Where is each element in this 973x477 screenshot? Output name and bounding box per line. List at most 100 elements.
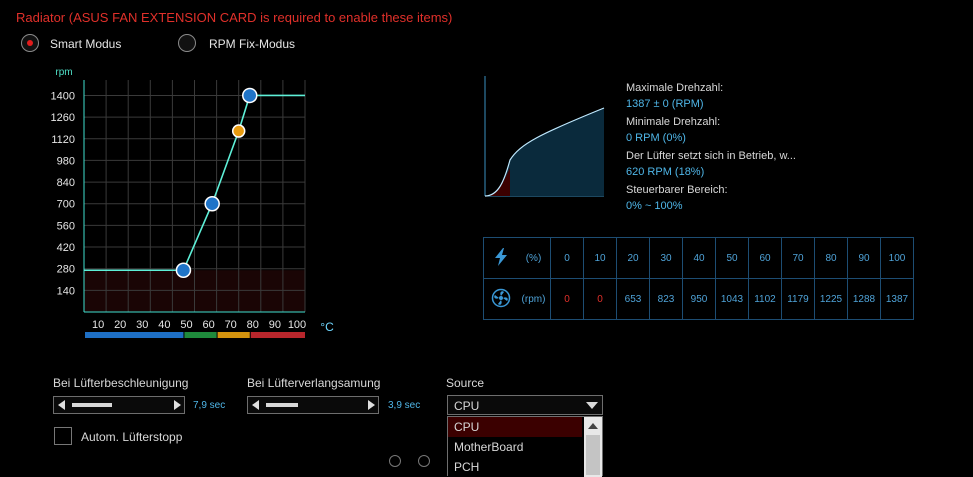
min-speed-label: Minimale Drehzahl: [626,116,721,128]
accel-increase-icon[interactable] [174,400,181,410]
curve-point-3[interactable] [231,124,246,138]
rpm-cell: 1102 [748,278,782,320]
y-tick-label: 280 [57,264,75,276]
rpm-cell: 1179 [781,278,815,320]
options-scrollbar[interactable] [584,417,602,477]
accel-slider-thumb[interactable] [72,403,112,407]
page-dot-1[interactable] [389,455,401,467]
power-icon [483,237,517,279]
max-speed-value: 1387 ± 0 (RPM) [626,98,704,110]
smart-mode-label[interactable]: Smart Modus [50,37,121,51]
source-select[interactable]: CPU [447,395,603,415]
x-tick-label: 20 [114,319,126,331]
x-tick-label: 70 [225,319,237,331]
pct-cell: 10 [583,237,617,279]
accel-label: Bei Lüfterbeschleunigung [53,376,189,390]
source-label: Source [446,376,485,390]
rpm-fix-mode-radio[interactable] [178,34,196,52]
source-option-motherboard[interactable]: MotherBoard [448,437,582,457]
scroll-thumb[interactable] [586,435,600,475]
rpm-unit: (rpm) [517,278,551,320]
fan-icon [483,278,517,320]
source-option-pch[interactable]: PCH [448,457,582,477]
temperature-band [217,332,250,338]
temperature-band [250,332,305,338]
fan-curve-chart[interactable]: 140 280 420 560 700 840 980 1120 1260 1400 10 20 30 4… [0,60,350,350]
x-tick-label: 10 [92,319,104,331]
pct-cell: 70 [781,237,815,279]
control-range-value: 0% ~ 100% [626,200,683,212]
temperature-band [85,332,184,338]
start-speed-label: Der Lüfter setzt sich in Betrieb, w... [626,150,796,162]
decel-increase-icon[interactable] [368,400,375,410]
decel-slider-thumb[interactable] [266,403,298,407]
scroll-up-icon[interactable] [588,423,598,429]
rpm-cell: 0 [583,278,617,320]
x-tick-label: 80 [247,319,259,331]
x-axis-label: °C [320,320,334,334]
pct-cell: 80 [814,237,848,279]
min-speed-value: 0 RPM (0%) [626,132,686,144]
curve-point-1[interactable] [175,262,192,278]
pct-cell: 100 [880,237,914,279]
fan-extension-warning: Radiator (ASUS FAN EXTENSION CARD is req… [16,10,453,25]
auto-stop-label[interactable]: Autom. Lüfterstopp [81,430,182,444]
rpm-table: (%) 0 10 20 30 40 50 60 70 80 90 100 (rp… [483,237,914,320]
rpm-cell: 0 [550,278,584,320]
x-tick-label: 90 [269,319,281,331]
accel-decrease-icon[interactable] [58,400,65,410]
x-tick-label: 100 [288,319,306,331]
decel-decrease-icon[interactable] [252,400,259,410]
rpm-row: (rpm) 0 0 653 823 950 1043 1102 1179 122… [483,278,914,320]
y-tick-label: 420 [57,242,75,254]
control-range-label: Steuerbarer Bereich: [626,184,728,196]
curve-point-4[interactable] [242,87,258,104]
y-tick-label: 140 [57,285,75,297]
pct-cell: 60 [748,237,782,279]
rpm-cell: 1288 [847,278,881,320]
rpm-cell: 1225 [814,278,848,320]
y-tick-label: 1400 [51,90,75,102]
x-tick-label: 60 [202,319,214,331]
y-tick-label: 1260 [51,112,75,124]
source-option-cpu[interactable]: CPU [448,417,582,437]
max-speed-label: Maximale Drehzahl: [626,82,724,94]
decel-label: Bei Lüfterverlangsamung [247,376,381,390]
percent-unit: (%) [517,237,551,279]
x-tick-label: 50 [180,319,192,331]
rpm-cell: 653 [616,278,650,320]
y-tick-label: 840 [57,177,75,189]
page-dot-2[interactable] [418,455,430,467]
temperature-band [184,332,217,338]
source-options-list[interactable]: CPU MotherBoard PCH [447,416,603,477]
rpm-fix-mode-label[interactable]: RPM Fix-Modus [209,37,295,51]
pct-cell: 50 [715,237,749,279]
y-tick-label: 980 [57,155,75,167]
pct-cell: 30 [649,237,683,279]
y-tick-label: 560 [57,220,75,232]
rpm-cell: 823 [649,278,683,320]
pct-cell: 40 [682,237,716,279]
decel-value: 3,9 sec [388,400,421,411]
x-tick-label: 40 [158,319,170,331]
chevron-down-icon[interactable] [586,402,598,409]
pct-cell: 0 [550,237,584,279]
decel-slider[interactable] [247,396,379,414]
y-tick-label: 700 [57,199,75,211]
accel-value: 7,9 sec [193,400,226,411]
x-tick-label: 30 [136,319,148,331]
auto-stop-checkbox[interactable] [54,427,72,445]
fan-response-preview [484,76,605,198]
pct-cell: 20 [616,237,650,279]
rpm-cell: 1387 [880,278,914,320]
accel-slider[interactable] [53,396,185,414]
rpm-cell: 1043 [715,278,749,320]
y-tick-label: 1120 [51,134,75,146]
pct-cell: 90 [847,237,881,279]
percent-row: (%) 0 10 20 30 40 50 60 70 80 90 100 [483,237,914,279]
source-selected-value: CPU [454,399,480,413]
y-axis-label: rpm [55,67,72,78]
curve-point-2[interactable] [204,195,220,212]
smart-mode-radio[interactable] [21,34,39,52]
start-speed-value: 620 RPM (18%) [626,166,705,178]
